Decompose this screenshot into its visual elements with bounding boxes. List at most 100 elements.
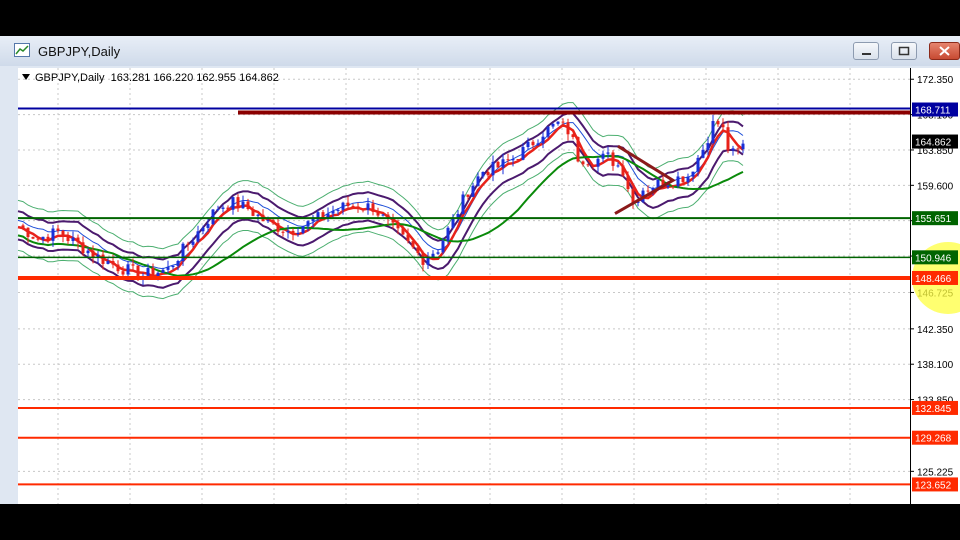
candle-body — [151, 267, 155, 277]
candle-body — [166, 267, 170, 270]
chart-menu-triangle-icon[interactable] — [22, 74, 30, 80]
candle-body — [441, 240, 445, 253]
candle-body — [301, 226, 305, 233]
candle-body — [216, 208, 220, 210]
candle-body — [46, 236, 50, 241]
candle-body — [76, 237, 80, 243]
candle-body — [286, 230, 290, 233]
candle-body — [506, 159, 510, 161]
axis-tick-label: 138.100 — [917, 360, 954, 371]
candle-body — [676, 176, 680, 187]
candle-body — [646, 190, 650, 192]
candle-body — [336, 209, 340, 211]
candle-body — [586, 164, 590, 166]
candle-body — [736, 148, 740, 150]
candle-body — [101, 254, 105, 264]
candle-body — [546, 126, 550, 137]
candle-body — [251, 209, 255, 216]
candle-body — [446, 227, 450, 241]
candle-body — [416, 247, 420, 254]
axis-tick-label: 172.350 — [917, 75, 954, 86]
candle-body — [276, 223, 280, 232]
candle-body — [396, 222, 400, 229]
candle-body — [321, 212, 325, 218]
candle-body — [366, 203, 370, 210]
level-price-tag-label: 148.466 — [915, 274, 952, 285]
candle-body — [496, 161, 500, 168]
candle-body — [671, 185, 675, 187]
candle-body — [741, 143, 745, 150]
candle-body — [311, 218, 315, 222]
candle-body — [566, 122, 570, 135]
candle-body — [706, 143, 710, 150]
candle-body — [666, 185, 670, 188]
candle-body — [271, 220, 275, 224]
chart-header: GBPJPY,Daily 163.281 166.220 162.955 164… — [22, 72, 279, 84]
candle-body — [61, 230, 65, 237]
candle-body — [266, 220, 270, 222]
candle-body — [191, 241, 195, 245]
candle-body — [621, 165, 625, 176]
candle-body — [716, 121, 720, 125]
candle-body — [726, 127, 730, 151]
candle-body — [511, 159, 515, 161]
axis-tick-label: 159.600 — [917, 181, 954, 192]
candle-body — [526, 141, 530, 148]
candle-body — [596, 158, 600, 167]
candle-body — [181, 243, 185, 261]
level-price-tag-label: 123.652 — [915, 480, 952, 491]
candle-body — [436, 252, 440, 254]
candle-body — [91, 250, 95, 258]
candle-body — [291, 230, 295, 235]
candle-body — [331, 210, 335, 214]
candle-body — [81, 242, 85, 254]
candle-body — [231, 197, 235, 210]
candle-body — [391, 218, 395, 223]
candle-body — [466, 194, 470, 197]
candle-body — [581, 161, 585, 165]
candle-body — [161, 269, 165, 273]
candle-body — [556, 121, 560, 124]
candle-body — [516, 159, 520, 161]
candle-body — [606, 152, 610, 154]
candle-body — [361, 209, 365, 211]
candle-body — [206, 224, 210, 228]
level-price-tag-label: 168.711 — [915, 106, 951, 117]
candle-body — [351, 205, 355, 207]
candle-body — [51, 228, 55, 241]
candle-body — [631, 189, 635, 203]
level-price-tag-label: 129.268 — [915, 434, 952, 445]
candle-body — [536, 143, 540, 146]
candle-body — [551, 123, 555, 127]
candle-body — [111, 261, 115, 265]
candle-body — [21, 225, 25, 228]
candle-body — [296, 232, 300, 235]
candle-body — [341, 202, 345, 210]
candle-body — [696, 157, 700, 172]
candle-body — [126, 264, 130, 275]
candle-body — [721, 124, 725, 128]
candle-body — [626, 175, 630, 190]
candle-body — [401, 228, 405, 235]
candle-body — [571, 134, 575, 138]
chart-ohlc: 163.281 166.220 162.955 164.862 — [110, 72, 279, 84]
candle-body — [576, 137, 580, 162]
candle-body — [116, 264, 120, 272]
candle-body — [281, 231, 285, 233]
candle-body — [36, 238, 40, 240]
candle-body — [306, 221, 310, 227]
candle-body — [471, 185, 475, 197]
candle-body — [731, 148, 735, 151]
axis-tick-label: 142.350 — [917, 325, 954, 336]
current-price-tag-label: 164.862 — [915, 138, 952, 149]
level-price-tag-label: 155.651 — [915, 214, 952, 225]
candle-body — [691, 171, 695, 177]
level-price-tag-label: 150.946 — [915, 253, 952, 264]
candle-body — [256, 214, 260, 216]
candle-body — [521, 147, 525, 160]
candle-body — [41, 236, 45, 240]
candle-body — [146, 267, 150, 276]
candle-body — [376, 211, 380, 216]
candle-body — [701, 149, 705, 158]
candle-body — [346, 202, 350, 206]
